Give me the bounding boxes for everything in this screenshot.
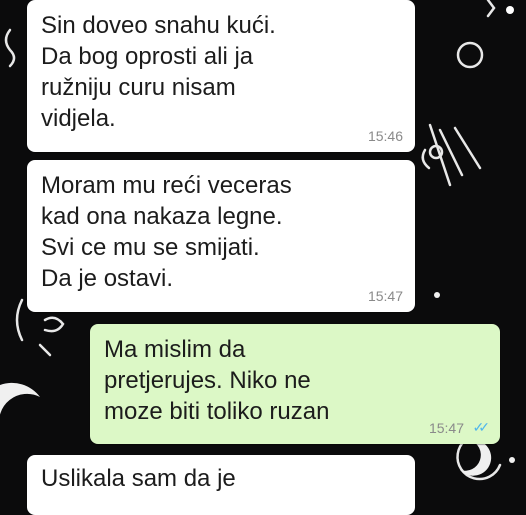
message-text: Uslikala sam da je — [41, 465, 236, 492]
message-timestamp: 15:46 — [367, 128, 403, 144]
message-timestamp: 15:47 — [367, 288, 403, 304]
message-bubble-outgoing[interactable]: Ma mislim da pretjerujes. Niko ne moze b… — [90, 324, 500, 444]
message-bubble-incoming[interactable]: Moram mu reći veceras kad ona nakaza leg… — [27, 160, 415, 312]
message-text: Ma mislim da pretjerujes. Niko ne moze b… — [104, 336, 330, 425]
message-bubble-incoming[interactable]: Sin doveo snahu kući. Da bog oprosti ali… — [27, 0, 415, 152]
message-bubble-incoming[interactable]: Uslikala sam da je — [27, 455, 415, 515]
double-check-read-icon: ✓✓ — [472, 419, 491, 435]
message-text: Sin doveo snahu kući. Da bog oprosti ali… — [41, 12, 276, 132]
message-timestamp: 15:47 — [428, 420, 464, 436]
message-text: Moram mu reći veceras kad ona nakaza leg… — [41, 172, 292, 292]
